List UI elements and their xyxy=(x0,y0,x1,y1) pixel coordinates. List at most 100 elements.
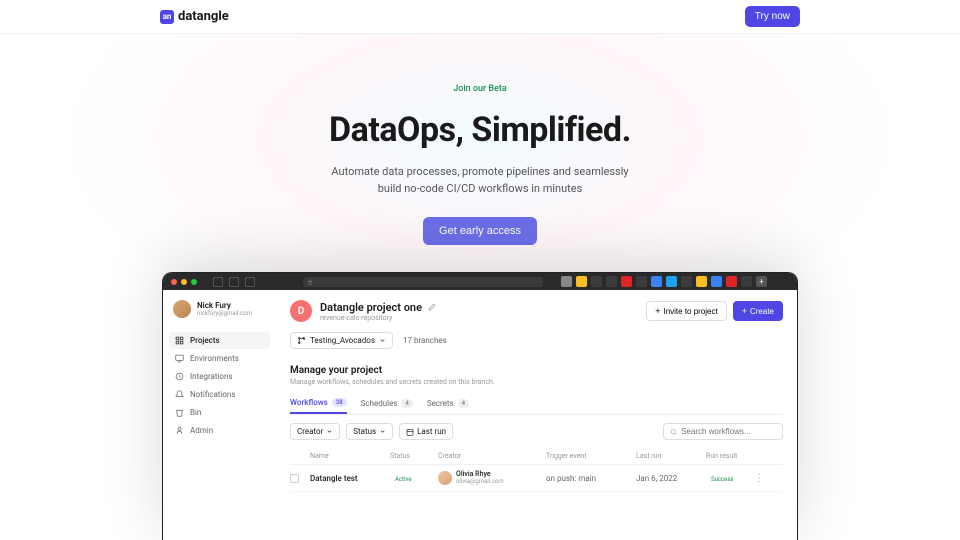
ext-icon[interactable] xyxy=(606,276,617,287)
hero-section: Join our Beta DataOps, Simplified. Autom… xyxy=(0,34,960,245)
projects-icon xyxy=(175,336,184,345)
forward-icon[interactable] xyxy=(245,277,255,287)
tab-secrets[interactable]: Secrets 4 xyxy=(427,398,469,414)
user-profile[interactable]: Nick Fury nickfury@gmail.com xyxy=(169,300,270,318)
traffic-lights xyxy=(171,279,197,285)
search-icon xyxy=(670,428,677,436)
ext-icon[interactable] xyxy=(711,276,722,287)
integrations-icon xyxy=(175,372,184,381)
trash-icon xyxy=(175,408,184,417)
chevron-down-icon xyxy=(379,337,386,344)
try-now-button[interactable]: Try now xyxy=(745,6,800,27)
branch-icon xyxy=(297,336,306,345)
browser-nav-icons xyxy=(213,277,255,287)
project-avatar: D xyxy=(290,300,312,322)
filter-lastrun[interactable]: Last run xyxy=(399,423,453,440)
result-badge: Success xyxy=(706,475,739,484)
top-nav: an datangle Try now xyxy=(0,0,960,34)
sidebar-item-label: Integrations xyxy=(190,372,233,381)
ext-icon[interactable] xyxy=(741,276,752,287)
hero-title: DataOps, Simplified. xyxy=(0,110,960,150)
branch-selector[interactable]: Testing_Avocados xyxy=(290,332,393,349)
url-bar[interactable] xyxy=(303,277,543,287)
section-title: Manage your project xyxy=(290,365,783,376)
minimize-icon[interactable] xyxy=(181,279,187,285)
chevron-down-icon xyxy=(326,428,333,435)
filter-creator[interactable]: Creator xyxy=(290,423,340,440)
new-tab-icon[interactable]: + xyxy=(756,276,767,287)
extension-icons: + xyxy=(561,276,767,287)
filter-status[interactable]: Status xyxy=(346,423,393,440)
filter-row: Creator Status Last run xyxy=(290,423,783,440)
workflow-name: Datangle test xyxy=(310,474,390,483)
sidebar-item-admin[interactable]: Admin xyxy=(169,422,270,439)
avatar xyxy=(173,300,191,318)
ext-icon[interactable] xyxy=(726,276,737,287)
section-subtitle: Manage workflows, schedules and secrets … xyxy=(290,378,783,386)
row-checkbox[interactable] xyxy=(290,474,299,483)
row-menu-icon[interactable]: ⋮ xyxy=(754,473,766,484)
logo-icon: an xyxy=(160,10,174,24)
project-header: D Datangle project one revenue-calc-repo… xyxy=(290,300,783,322)
edit-icon[interactable] xyxy=(428,303,436,311)
sidebar: Nick Fury nickfury@gmail.com Projects En… xyxy=(163,290,276,540)
status-badge: Active xyxy=(390,475,417,484)
browser-titlebar: + xyxy=(163,273,797,290)
sidebar-item-label: Admin xyxy=(190,426,213,435)
sidebar-item-label: Bin xyxy=(190,408,201,417)
sidebar-item-label: Projects xyxy=(190,336,220,345)
tab-badge: 38 xyxy=(332,398,347,407)
sidebar-item-notifications[interactable]: Notifications xyxy=(169,386,270,403)
trigger-event: on push: main xyxy=(546,474,636,483)
search-input[interactable] xyxy=(663,423,783,440)
table-header: Name Status Creator Trigger event Last r… xyxy=(290,448,783,465)
lock-icon xyxy=(307,279,313,285)
ext-icon[interactable] xyxy=(561,276,572,287)
branch-count: 17 branches xyxy=(403,336,447,345)
main-content: D Datangle project one revenue-calc-repo… xyxy=(276,290,797,540)
ext-icon[interactable] xyxy=(636,276,647,287)
ext-icon[interactable] xyxy=(651,276,662,287)
ext-icon[interactable] xyxy=(666,276,677,287)
app-preview-window: + Nick Fury nickfury@gmail.com Projects … xyxy=(162,272,798,540)
tab-schedules[interactable]: Schedules 4 xyxy=(361,398,413,414)
ext-icon[interactable] xyxy=(621,276,632,287)
project-repo: revenue-calc-repository xyxy=(320,314,436,322)
sidebar-item-integrations[interactable]: Integrations xyxy=(169,368,270,385)
beta-badge[interactable]: Join our Beta xyxy=(453,84,507,94)
ext-icon[interactable] xyxy=(696,276,707,287)
calendar-icon xyxy=(406,428,414,436)
invite-button[interactable]: + Invite to project xyxy=(646,301,727,321)
user-email: nickfury@gmail.com xyxy=(197,310,252,317)
user-name: Nick Fury xyxy=(197,301,252,311)
brand-logo[interactable]: an datangle xyxy=(160,9,229,24)
workflows-table: Name Status Creator Trigger event Last r… xyxy=(290,448,783,492)
sidebar-item-label: Notifications xyxy=(190,390,235,399)
ext-icon[interactable] xyxy=(591,276,602,287)
search-field[interactable] xyxy=(681,427,776,436)
app-body: Nick Fury nickfury@gmail.com Projects En… xyxy=(163,290,797,540)
create-button[interactable]: + Create xyxy=(733,301,783,321)
tabs: Workflows 38 Schedules 4 Secrets 4 xyxy=(290,398,783,415)
sidebar-toggle-icon[interactable] xyxy=(213,277,223,287)
ext-icon[interactable] xyxy=(681,276,692,287)
sidebar-item-projects[interactable]: Projects xyxy=(169,332,270,349)
table-row[interactable]: Datangle test Active Olivia Rhye olivia@… xyxy=(290,465,783,492)
back-icon[interactable] xyxy=(229,277,239,287)
environments-icon xyxy=(175,354,184,363)
get-early-access-button[interactable]: Get early access xyxy=(423,217,537,245)
sidebar-item-label: Environments xyxy=(190,354,239,363)
tab-badge: 4 xyxy=(401,399,412,408)
close-icon[interactable] xyxy=(171,279,177,285)
tab-badge: 4 xyxy=(458,399,469,408)
project-title: Datangle project one xyxy=(320,301,436,314)
sidebar-item-environments[interactable]: Environments xyxy=(169,350,270,367)
maximize-icon[interactable] xyxy=(191,279,197,285)
sidebar-item-bin[interactable]: Bin xyxy=(169,404,270,421)
last-run: Jan 6, 2022 xyxy=(636,474,706,483)
chevron-down-icon xyxy=(379,428,386,435)
tab-workflows[interactable]: Workflows 38 xyxy=(290,398,347,414)
creator-avatar xyxy=(438,471,452,485)
ext-icon[interactable] xyxy=(576,276,587,287)
bell-icon xyxy=(175,390,184,399)
